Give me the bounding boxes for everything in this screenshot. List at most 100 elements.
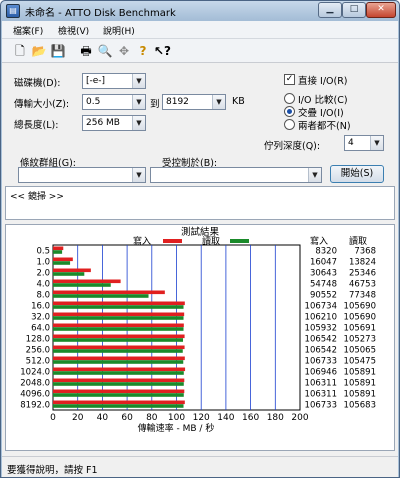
bar-read [53, 327, 184, 331]
main-panel: 磁碟機(D): [-e-] ▼ 傳輸大小(Z): 0.5 ▼ 到 8192 ▼ KB … [2, 63, 398, 456]
bar-write [53, 345, 185, 350]
bar-read [53, 316, 184, 320]
control-group-select[interactable]: ▼ [18, 167, 146, 183]
print-icon[interactable]: 🖶 [78, 43, 94, 59]
help-icon[interactable]: ? [135, 43, 151, 59]
io-compare-radio[interactable] [284, 93, 295, 104]
read-value: 25346 [349, 268, 376, 278]
write-value: 106946 [305, 367, 337, 377]
controlled-by-select[interactable]: ▼ [150, 167, 322, 183]
bar-read [53, 305, 184, 309]
chevron-down-icon: ▼ [132, 116, 145, 130]
write-value: 16047 [310, 257, 337, 267]
maximize-button[interactable]: □ [342, 2, 366, 18]
chevron-down-icon: ▼ [132, 95, 145, 109]
chevron-down-icon: ▼ [212, 95, 225, 109]
drive-select[interactable]: [-e-] ▼ [82, 73, 146, 89]
radio-selected-dot [287, 109, 292, 114]
total-length-label: 總長度(L): [14, 120, 59, 131]
io-compare-label: I/O 比較(C) [298, 95, 348, 106]
write-value: 106311 [305, 378, 337, 388]
log-box[interactable]: << 鏡掃 >> [5, 186, 395, 220]
queue-depth-label: 佇列深度(Q): [264, 141, 321, 152]
open-icon[interactable]: 📂 [31, 43, 47, 59]
bar-read [53, 393, 184, 397]
overlapped-io-radio[interactable] [284, 106, 295, 117]
app-window: ▤ 未命名 - ATTO Disk Benchmark ▁ □ ✕ 檔案(F) … [0, 0, 400, 478]
read-value: 13824 [349, 257, 376, 267]
read-value: 105273 [344, 334, 376, 344]
drive-label: 磁碟機(D): [14, 78, 61, 89]
x-tick-label: 40 [97, 413, 109, 423]
x-axis-label: 傳輸速率 - MB / 秒 [138, 422, 215, 434]
bar-write [53, 257, 73, 262]
status-text: 要獲得說明，請按 F1 [7, 465, 98, 476]
legend-swatch-read [230, 239, 249, 243]
category-label: 32.0 [31, 312, 50, 322]
toolbar: 🗋 📂 💾 🖶 🔍 ✥ ? ↖? [2, 39, 398, 63]
log-text: << 鏡掃 >> [10, 192, 64, 202]
app-icon: ▤ [6, 4, 20, 18]
menu-help[interactable]: 說明(H) [103, 24, 135, 37]
bar-write [53, 279, 121, 284]
column-header-write: 寫入 [310, 235, 328, 247]
bar-write [53, 290, 165, 295]
minimize-button[interactable]: ▁ [318, 2, 342, 18]
bar-read [53, 294, 149, 298]
print-preview-icon[interactable]: 🔍 [97, 43, 113, 59]
context-help-icon[interactable]: ↖? [154, 43, 171, 59]
window-title: 未命名 - ATTO Disk Benchmark [25, 8, 176, 19]
menu-file[interactable]: 檔案(F) [13, 24, 43, 37]
bar-write [53, 312, 185, 317]
direct-io-checkbox[interactable]: ✓ [284, 74, 295, 85]
transfer-from-select[interactable]: 0.5 ▼ [82, 94, 146, 110]
write-value: 54748 [310, 279, 337, 289]
queue-depth-select[interactable]: 4 ▼ [344, 135, 384, 151]
chevron-down-icon: ▼ [132, 168, 145, 182]
read-value: 7368 [354, 246, 376, 256]
x-tick-label: 200 [291, 413, 308, 423]
transfer-size-label: 傳輸大小(Z): [14, 99, 70, 110]
bar-write [53, 323, 184, 328]
x-tick-label: 20 [72, 413, 84, 423]
move-icon[interactable]: ✥ [116, 43, 132, 59]
overlapped-io-label: 交疊 I/O(I) [298, 108, 344, 119]
start-button[interactable]: 開始(S) [330, 165, 384, 183]
bar-read [53, 272, 85, 276]
column-header-read: 讀取 [349, 235, 367, 247]
read-value: 105691 [344, 323, 376, 333]
x-tick-label: 0 [50, 413, 56, 423]
category-label: 8192.0 [20, 400, 50, 410]
menu-view[interactable]: 檢視(V) [58, 24, 89, 37]
read-value: 105065 [344, 345, 376, 355]
category-label: 128.0 [26, 334, 50, 344]
category-label: 2.0 [36, 268, 50, 278]
bar-write [53, 400, 185, 405]
bar-write [53, 367, 186, 372]
save-icon[interactable]: 💾 [50, 43, 66, 59]
total-length-select[interactable]: 256 MB ▼ [82, 115, 146, 131]
category-label: 256.0 [26, 345, 50, 355]
title-bar[interactable]: ▤ 未命名 - ATTO Disk Benchmark ▁ □ ✕ [1, 1, 399, 21]
read-value: 105891 [344, 389, 376, 399]
bar-write [53, 356, 185, 361]
write-value: 106542 [305, 345, 337, 355]
transfer-to-select[interactable]: 8192 ▼ [162, 94, 226, 110]
bar-read [53, 349, 183, 353]
new-icon[interactable]: 🗋 [12, 43, 28, 59]
write-value: 106733 [305, 356, 337, 366]
x-tick-label: 160 [242, 413, 259, 423]
bar-read [53, 261, 71, 265]
x-tick-label: 180 [267, 413, 284, 423]
write-value: 8320 [315, 246, 337, 256]
neither-radio[interactable] [284, 119, 295, 130]
bar-read [53, 338, 184, 342]
direct-io-label: 直接 I/O(R) [298, 76, 348, 87]
close-button[interactable]: ✕ [366, 2, 396, 18]
read-value: 105690 [344, 301, 376, 311]
write-value: 90552 [310, 290, 337, 300]
menu-bar: 檔案(F) 檢視(V) 說明(H) [2, 21, 398, 39]
category-label: 0.5 [36, 246, 50, 256]
read-value: 105475 [344, 356, 376, 366]
x-tick-label: 100 [168, 413, 185, 423]
